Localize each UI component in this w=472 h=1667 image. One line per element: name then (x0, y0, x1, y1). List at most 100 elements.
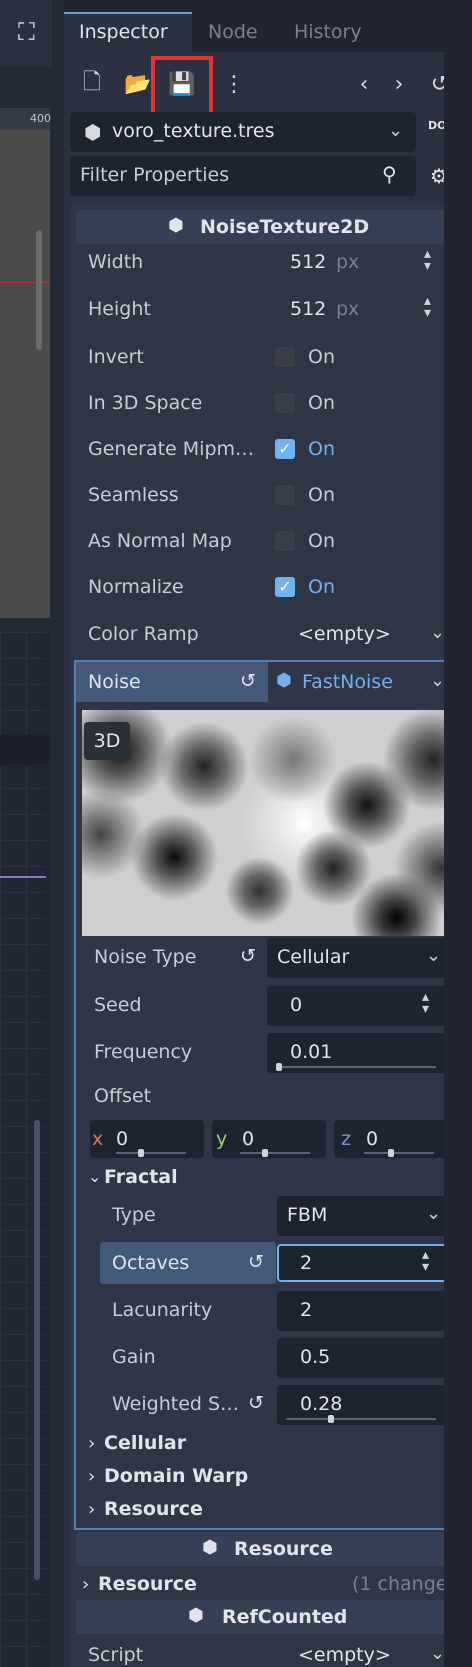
doc-icon[interactable]: DOC (428, 120, 444, 132)
colorramp-label: Color Ramp (88, 623, 199, 645)
colorramp-value[interactable]: <empty> (298, 625, 391, 644)
cube-icon: ⬢ (168, 215, 184, 236)
weighted-slider-knob[interactable] (328, 1415, 334, 1423)
normalmap-label: As Normal Map (88, 530, 232, 552)
offset-z-slider-knob[interactable] (388, 1149, 394, 1157)
noise-resource-group-title[interactable]: Resource (104, 1500, 203, 1519)
offset-z-axis-label: z (341, 1128, 351, 1150)
weighted-slider-track (286, 1418, 436, 1420)
tools-icon[interactable]: ⚙ (430, 164, 444, 188)
seamless-value: On (308, 484, 335, 506)
colorramp-chevron-icon[interactable]: ⌄ (430, 622, 444, 643)
in3d-label: In 3D Space (88, 392, 203, 414)
tab-inspector-label: Inspector (79, 21, 168, 43)
seed-value: 0 (290, 994, 303, 1016)
in3d-value: On (308, 392, 335, 414)
viewport-scrollbar[interactable] (36, 230, 42, 350)
graph-scrollbar[interactable] (34, 1120, 40, 1580)
lacunarity-label: Lacunarity (112, 1299, 213, 1321)
noise-resource-expand-icon[interactable]: › (88, 1499, 95, 1520)
invert-value: On (308, 346, 335, 368)
seamless-checkbox[interactable] (275, 485, 295, 505)
open-folder-icon[interactable]: 📂 (122, 68, 154, 100)
resource-expand-icon[interactable]: › (82, 1574, 89, 1595)
fractal-type-label: Type (112, 1204, 156, 1226)
script-value[interactable]: <empty> (298, 1646, 391, 1665)
width-label: Width (88, 251, 144, 273)
refcounted-section-title: RefCounted (222, 1606, 348, 1628)
noise-type-chevron-icon: ⌄ (426, 945, 442, 966)
frequency-slider-knob[interactable] (276, 1063, 282, 1071)
history-forward-icon[interactable]: › (383, 68, 415, 100)
ruler-label: 400 (30, 112, 51, 125)
octaves-revert-icon[interactable]: ↺ (248, 1251, 264, 1273)
offset-y-slider-knob[interactable] (262, 1149, 268, 1157)
frequency-value: 0.01 (290, 1041, 333, 1063)
offset-x-value: 0 (116, 1128, 129, 1150)
tab-node[interactable]: Node (208, 23, 258, 42)
resource-section-title: Resource (234, 1538, 333, 1560)
fractal-group-title[interactable]: Fractal (104, 1168, 178, 1187)
frequency-slider-track (278, 1066, 436, 1068)
offset-z-slider-track (364, 1152, 434, 1154)
refcounted-section-icon: ⬢ (188, 1605, 204, 1626)
frequency-label: Frequency (94, 1041, 193, 1063)
more-options-icon[interactable]: ⋮ (218, 68, 250, 100)
normalize-checkbox[interactable] (275, 577, 295, 597)
domain-warp-expand-icon[interactable]: › (88, 1466, 95, 1487)
cellular-expand-icon[interactable]: › (88, 1433, 95, 1454)
noise-preview-image (82, 710, 444, 936)
new-resource-icon[interactable]: 🗋 (76, 68, 108, 100)
width-value[interactable]: 512 (290, 253, 326, 272)
mipmaps-value: On (308, 438, 335, 460)
octaves-label: Octaves (112, 1252, 190, 1274)
mipmaps-checkbox[interactable] (275, 439, 295, 459)
seed-stepper-icon[interactable]: ▴ ▾ (422, 990, 429, 1016)
history-back-icon[interactable]: ‹ (348, 68, 380, 100)
height-unit: px (336, 298, 360, 320)
domain-warp-group-title[interactable]: Domain Warp (104, 1467, 248, 1486)
filter-placeholder: Filter Properties (80, 164, 230, 186)
noise-chevron-icon[interactable]: ⌄ (430, 670, 444, 691)
cellular-group-title[interactable]: Cellular (104, 1434, 186, 1453)
resource-changes-count: (1 change) (352, 1573, 444, 1595)
script-chevron-icon[interactable]: ⌄ (430, 1643, 444, 1664)
normalmap-value: On (308, 530, 335, 552)
fractal-type-chevron-icon: ⌄ (426, 1203, 442, 1224)
fractal-type-value: FBM (287, 1204, 328, 1226)
width-stepper-icon[interactable]: ▴ ▾ (424, 247, 431, 273)
viewport[interactable] (0, 110, 50, 618)
offset-y-value: 0 (242, 1128, 255, 1150)
fullscreen-icon[interactable]: ⛶ (18, 18, 35, 46)
fractal-expand-icon[interactable]: ⌄ (88, 1167, 101, 1186)
resource-group-title[interactable]: Resource (98, 1575, 197, 1594)
noise-type-revert-icon[interactable]: ↺ (240, 945, 256, 967)
height-stepper-icon[interactable]: ▴ ▾ (424, 294, 431, 320)
gain-label: Gain (112, 1346, 156, 1368)
invert-label: Invert (88, 346, 144, 368)
height-value[interactable]: 512 (290, 300, 326, 319)
noise-type-label: Noise Type (94, 946, 197, 968)
weighted-value: 0.28 (300, 1393, 343, 1415)
tab-history[interactable]: History (294, 23, 362, 42)
editor-root: ⛶ 400 Inspector Node History ⋮ 🗋 📂 💾 ⋮ ‹… (0, 0, 444, 1667)
preview-3d-toggle[interactable]: 3D (84, 722, 130, 760)
offset-x-slider-knob[interactable] (138, 1149, 144, 1157)
weighted-revert-icon[interactable]: ↺ (248, 1392, 264, 1414)
script-label: Script (88, 1644, 144, 1666)
noise-label: Noise (88, 671, 141, 693)
in3d-checkbox[interactable] (275, 393, 295, 413)
section-title: NoiseTexture2D (200, 216, 370, 238)
noise-value: FastNoise (302, 671, 393, 693)
fastnoise-cube-icon: ⬢ (276, 670, 292, 691)
offset-x-axis-label: x (92, 1128, 104, 1150)
octaves-value: 2 (300, 1252, 313, 1274)
normalize-value: On (308, 576, 335, 598)
recent-history-icon[interactable]: ↺ (424, 68, 444, 100)
revert-icon[interactable]: ↺ (240, 670, 256, 692)
invert-checkbox[interactable] (275, 347, 295, 367)
offset-y-slider-track (240, 1152, 310, 1154)
normalmap-checkbox[interactable] (275, 531, 295, 551)
offset-z-value: 0 (366, 1128, 379, 1150)
octaves-stepper-icon[interactable]: ▴ ▾ (422, 1248, 429, 1274)
